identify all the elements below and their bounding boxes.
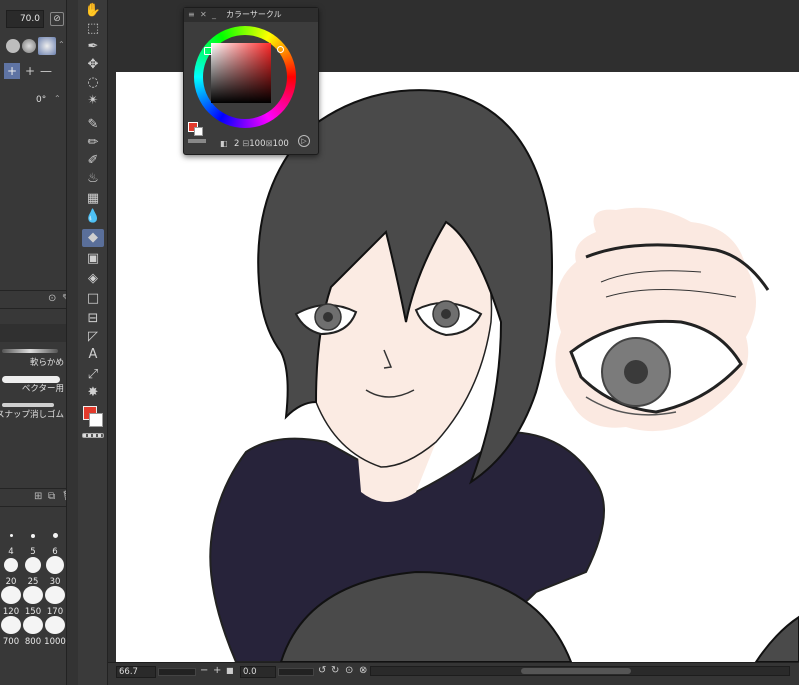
detail-icon[interactable]: ⊙ [48,293,56,304]
snap-line-icon[interactable]: — [38,63,54,79]
magic-wand-tool-icon[interactable]: ✴ [82,92,104,110]
rotate-right-icon[interactable]: ↻ [331,665,339,676]
tip-shape-soft-icon[interactable] [22,39,36,53]
snap-plus-icon[interactable]: + [22,63,38,79]
tip-shape-selected-icon[interactable] [38,37,56,55]
minimize-icon[interactable]: _ [212,8,216,22]
sub-tool-header [0,324,66,342]
spinner-icon[interactable]: ⌃ [58,40,65,49]
rotation-slider[interactable] [278,668,314,676]
airbrush-tool-icon[interactable]: ♨ [82,170,104,188]
new-preset-icon[interactable]: ⊞ [34,491,42,502]
brush-size-cell[interactable]: 150 [22,586,44,618]
eraser-tool-icon[interactable]: ◆ [82,229,104,247]
preset-label: スナップ消しゴム [0,410,64,420]
saturation-value[interactable]: 100 [249,139,265,149]
brush-size-cell[interactable]: 30 [44,556,66,588]
copy-preset-icon[interactable]: ⧉ [48,491,55,502]
canvas[interactable] [116,72,799,662]
preset-label: 軟らかめ [29,358,64,368]
transparent-color-icon[interactable] [82,433,104,438]
text-tool-icon[interactable]: A [82,346,104,364]
snap-cross-icon[interactable]: + [4,63,20,79]
brightness-value[interactable]: 100 [273,139,289,149]
preset-item-snap-eraser[interactable]: スナップ消しゴム [0,400,66,422]
brush-size-cell[interactable]: 20 [0,556,22,588]
horizontal-scrollbar[interactable] [370,666,790,676]
move-layer-tool-icon[interactable]: ✥ [82,56,104,74]
preset-item-vector[interactable]: ベクター用 [0,374,66,396]
character-hair-partial-right [754,615,799,662]
pencil-tool-icon[interactable]: ✏ [82,134,104,152]
eyedropper-tool-icon[interactable]: ✒ [82,38,104,56]
angle-row: 0° ⌃ [0,92,66,112]
brush-size-cell[interactable]: 1000 [44,616,66,648]
brush-size-cell[interactable]: 6 [44,526,66,558]
blend-tool-icon[interactable]: 💧 [82,208,104,226]
rotation-field[interactable]: 0.0 [240,666,276,678]
color-circle-panel: ≡ ✕ _ カラーサークル ◧ 2 ⊟100⊠100 ▷ [183,7,319,155]
hue-cursor[interactable] [277,46,284,53]
saturation-value-square[interactable] [211,43,271,103]
sub-color-swatch[interactable] [89,413,103,427]
hue-value[interactable]: 2 [234,139,239,149]
opacity-field[interactable]: 70.0 [6,10,44,28]
zoom-field[interactable]: 66.7 [116,666,156,678]
flip-icon[interactable]: ⊗ [359,665,367,676]
hand-tool-icon[interactable]: ✋ [82,2,104,20]
hsv-values: 2 ⊟100⊠100 [234,139,289,149]
sv-cursor[interactable] [204,47,212,55]
preset-label: ベクター用 [21,384,64,394]
brush-size-cell[interactable]: 170 [44,586,66,618]
panel-sub-color-swatch[interactable] [194,127,203,136]
angle-spinner-icon[interactable]: ⌃ [54,94,61,103]
correct-line-tool-icon[interactable]: ⤢ [82,366,104,384]
tool-bar: ✋ ⬚ ✒ ✥ ◌ ✴ ✎ ✏ ✐ ♨ ▦ 💧 ◆ ▣ ◈ □ ⊟ ◸ A ⤢ … [78,0,108,685]
balloon-tool-icon[interactable]: ✸ [82,384,104,402]
character-pupil-left [323,312,333,322]
preset-item-soft[interactable]: 軟らかめ [0,348,66,370]
hsv-mode-icon[interactable]: ◧ [220,139,228,148]
fill-tool-icon[interactable]: ◈ [82,270,104,288]
ruler-tool-icon[interactable]: ◸ [82,328,104,346]
panel-scrollbar[interactable] [66,0,78,685]
lock-icon[interactable]: ⊘ [50,12,64,26]
eye-study-pupil [624,360,648,384]
frame-tool-icon[interactable]: ⊟ [82,310,104,328]
angle-value[interactable]: 0° [36,95,46,105]
brush-size-cell[interactable]: 700 [0,616,22,648]
color-panel-titlebar[interactable]: ≡ ✕ _ カラーサークル [184,8,318,22]
status-bar: 66.7 − + ■ 0.0 ↺ ↻ ⊙ ⊗ [108,662,799,685]
brush-size-cell[interactable]: 800 [22,616,44,648]
zoom-out-icon[interactable]: − [200,665,208,676]
opacity-row: 70.0 ⊘ [0,10,66,30]
zoom-in-icon[interactable]: + [213,665,221,676]
reset-rotation-icon[interactable]: ⊙ [345,665,353,676]
illustration [209,89,799,662]
gradient-tool-icon[interactable]: ▣ [82,250,104,268]
close-icon[interactable]: ✕ [200,8,207,22]
zoom-slider[interactable] [158,668,196,676]
fit-icon[interactable]: ■ [226,666,234,675]
pen-tool-icon[interactable]: ✎ [82,116,104,134]
decoration-tool-icon[interactable]: ▦ [82,190,104,208]
tip-shape-hard-icon[interactable] [6,39,20,53]
panel-transparent-icon[interactable] [188,139,206,143]
color-panel-title: カラーサークル [226,10,282,19]
snap-row: + + — [0,62,66,82]
brush-size-cell[interactable]: 25 [22,556,44,588]
brush-size-cell[interactable]: 5 [22,526,44,558]
brush-size-cell[interactable]: 120 [0,586,22,618]
menu-icon[interactable]: ≡ [188,8,195,22]
character-pupil-right [441,309,451,319]
brush-tool-icon[interactable]: ✐ [82,152,104,170]
switch-mode-icon[interactable]: ▷ [298,135,310,147]
brush-tip-row: ⌃ [0,36,66,56]
figure-tool-icon[interactable]: □ [82,290,104,308]
lasso-tool-icon[interactable]: ◌ [82,74,104,92]
rotate-left-icon[interactable]: ↺ [318,665,326,676]
brush-size-cell[interactable]: 4 [0,526,22,558]
operation-tool-icon[interactable]: ⬚ [82,20,104,38]
scrollbar-thumb[interactable] [521,668,631,674]
